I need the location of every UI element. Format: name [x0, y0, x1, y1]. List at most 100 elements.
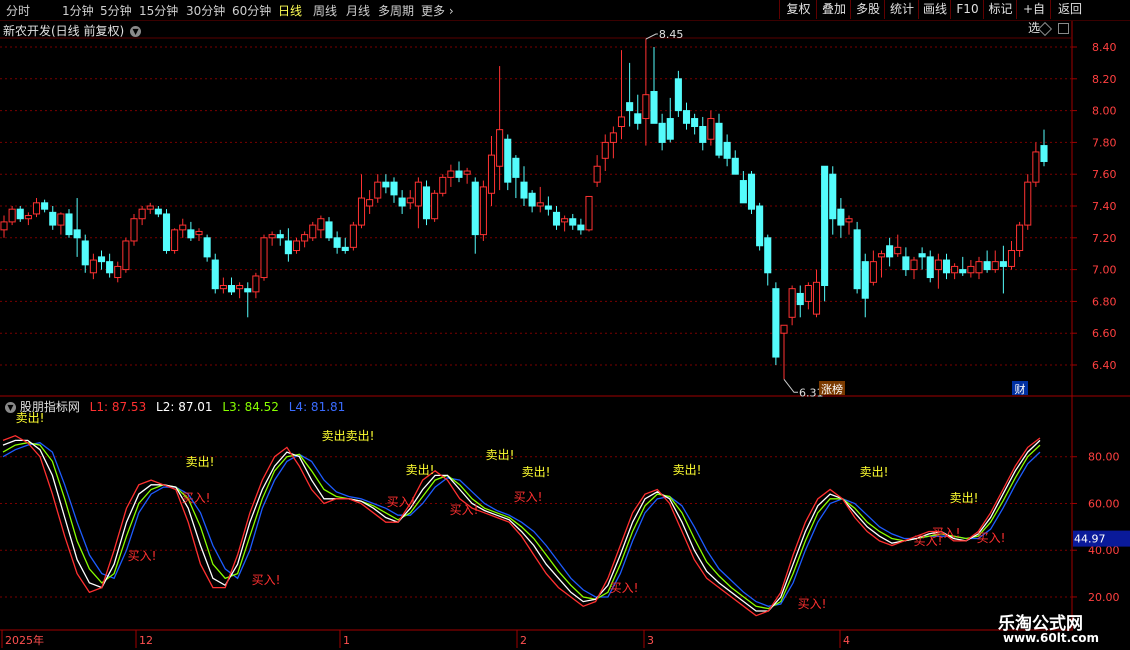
candle-body-up — [439, 176, 447, 194]
timeframe-7[interactable]: 周线 — [313, 2, 337, 19]
x-axis-label: 2025年 — [5, 633, 44, 647]
toolbar-button-7[interactable]: +自选 — [1016, 0, 1051, 35]
indicator-title[interactable]: ▼ 股朋指标网 L1: 87.53 L2: 87.01 L3: 84.52 L4… — [3, 398, 345, 415]
candle-body-up — [130, 218, 138, 242]
candle-body-down — [520, 181, 528, 199]
timeframe-2[interactable]: 5分钟 — [100, 2, 132, 19]
high-label: 8.45 — [659, 28, 684, 41]
candle-body-up — [268, 234, 276, 239]
legend-l2: L2: 87.01 — [156, 400, 213, 414]
candle-body-down — [422, 186, 431, 220]
timeframe-8[interactable]: 月线 — [346, 2, 370, 19]
candle-body-up — [0, 221, 8, 231]
candle-body-up — [585, 195, 593, 231]
candle-body-down — [569, 218, 577, 226]
candle-body-up — [894, 246, 902, 255]
candle-body-down — [390, 181, 398, 196]
chart-canvas[interactable]: 8.40 8.20 8.00 7.80 7.60 7.40 7.20 7.00 6.80 6.60… — [0, 0, 1130, 650]
candle-body-down — [682, 110, 691, 124]
candle-body-down — [626, 102, 634, 112]
candle-body-down — [203, 237, 211, 258]
candle-body-down — [97, 256, 106, 263]
x-axis-label: 3 — [647, 634, 654, 647]
toolbar-button-3[interactable]: 统计 — [884, 0, 919, 19]
candle-body-up — [374, 181, 382, 199]
low-marker — [783, 379, 798, 393]
candle-body-down — [325, 221, 333, 239]
toolbar-button-8[interactable]: 返回 — [1050, 0, 1089, 19]
candle-body-down — [764, 237, 772, 274]
toolbar-button-4[interactable]: 画线 — [918, 0, 951, 19]
square-icon[interactable] — [1058, 23, 1069, 34]
candle-body-up — [487, 154, 496, 194]
candle-body-down — [577, 224, 585, 231]
timeframe-0[interactable]: 分时 — [6, 2, 30, 19]
candle-body-up — [24, 215, 32, 220]
stock-title[interactable]: 新农开发(日线 前复权) ▼ — [3, 22, 142, 39]
candle-body-up — [292, 240, 301, 252]
toolbar-button-6[interactable]: 标记 — [983, 0, 1017, 19]
candle-body-down — [154, 208, 162, 215]
candle-body-down — [837, 208, 845, 226]
price-tick-label: 8.20 — [1092, 73, 1117, 86]
chevron-down-icon[interactable]: ▼ — [130, 26, 142, 37]
candle-body-up — [479, 186, 487, 236]
sell-signal-label: 卖出! — [186, 455, 215, 469]
limitup-tag: 涨榜 — [821, 382, 843, 396]
candle-body-up — [349, 224, 357, 248]
candle-body-up — [601, 141, 609, 159]
candle-body-down — [886, 245, 894, 258]
candle-body-up — [366, 199, 374, 207]
candle-body-up — [561, 218, 569, 223]
candle-body-down — [512, 157, 520, 178]
timeframe-6[interactable]: 日线 — [278, 2, 302, 19]
timeframe-5[interactable]: 60分钟 — [232, 2, 271, 19]
timeframe-3[interactable]: 15分钟 — [139, 2, 178, 19]
candle-body-up — [179, 224, 187, 231]
candle-body-down — [284, 240, 292, 255]
legend-l3: L3: 84.52 — [222, 400, 279, 414]
period-toolbar: 分时 1分钟 5分钟 15分钟 30分钟 60分钟 日线 周线 月线 多周期 更多 › 复权 叠加 多股统… — [0, 0, 1130, 35]
candle-body-up — [252, 275, 260, 293]
candle-body-down — [983, 261, 991, 271]
x-axis-label: 2 — [520, 634, 527, 647]
toolbar-button-5[interactable]: F10 — [950, 0, 984, 19]
candle-body-down — [959, 269, 967, 274]
price-tick-label: 6.60 — [1092, 327, 1117, 340]
indicator-tick-label: 20.00 — [1088, 591, 1120, 604]
candle-body-down — [658, 122, 666, 143]
candle-body-up — [496, 129, 504, 167]
chevron-down-icon[interactable]: ▼ — [5, 402, 16, 413]
candle-body-down — [756, 205, 764, 247]
candle-body-up — [463, 170, 471, 175]
indicator-name: 股朋指标网 — [19, 400, 80, 414]
candle-body-down — [244, 288, 252, 293]
candle-body-up — [309, 224, 317, 239]
candle-body-up — [1007, 250, 1016, 267]
candle-body-down — [691, 118, 699, 128]
candle-body-down — [715, 122, 723, 156]
candle-body-down — [650, 91, 658, 124]
candle-body-up — [89, 259, 97, 274]
toolbar-button-0[interactable]: 复权 — [779, 0, 817, 19]
candle-body-down — [926, 256, 934, 279]
candle-body-up — [406, 197, 414, 204]
timeframe-10[interactable]: 更多 › — [421, 2, 454, 19]
candle-body-up — [317, 218, 325, 231]
toolbar-button-1[interactable]: 叠加 — [816, 0, 851, 19]
toolbar-button-2[interactable]: 多股 — [850, 0, 885, 19]
candle-body-up — [301, 234, 309, 242]
candle-body-up — [617, 116, 626, 127]
candle-body-down — [455, 170, 463, 178]
candle-body-up — [114, 265, 122, 279]
timeframe-1[interactable]: 1分钟 — [62, 2, 94, 19]
timeframe-4[interactable]: 30分钟 — [186, 2, 225, 19]
timeframe-9[interactable]: 多周期 — [378, 2, 414, 19]
candle-body-up — [357, 197, 366, 226]
legend-l1: L1: 87.53 — [89, 400, 147, 414]
candle-body-up — [32, 202, 41, 215]
candle-body-down — [999, 261, 1007, 267]
candle-body-down — [942, 259, 951, 274]
candle-body-down — [902, 256, 910, 271]
price-tick-label: 7.00 — [1092, 264, 1117, 277]
